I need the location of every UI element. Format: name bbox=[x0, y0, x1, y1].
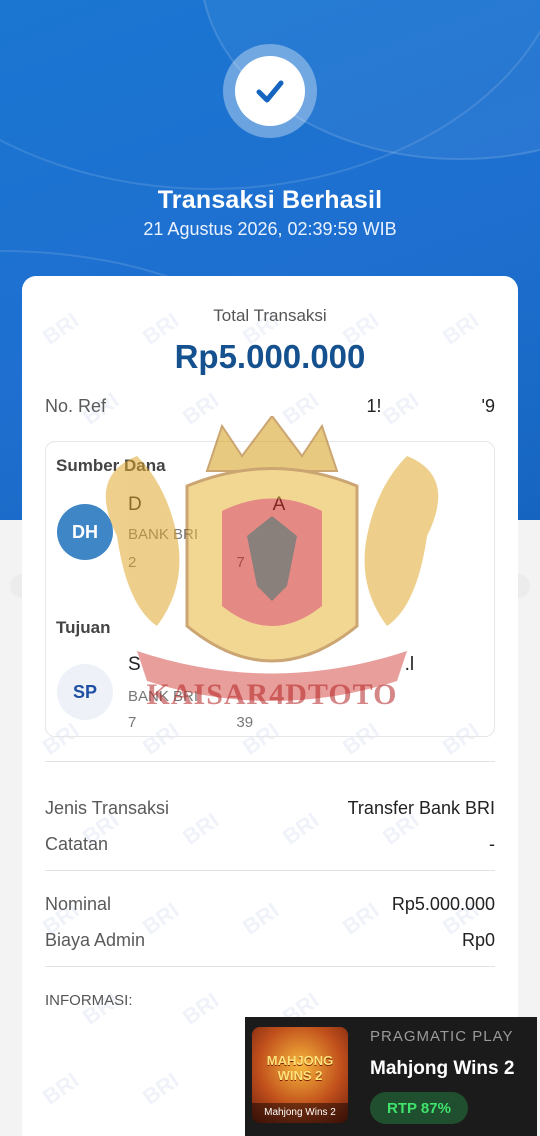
thumb-title: MAHJONG WINS 2 bbox=[266, 1053, 334, 1083]
destination-avatar: SP bbox=[57, 664, 113, 720]
fee-row: Biaya Admin Rp0 bbox=[45, 930, 495, 951]
note-label: Catatan bbox=[45, 834, 109, 854]
game-title: Mahjong Wins 2 bbox=[370, 1058, 515, 1079]
source-account: 2 7 bbox=[128, 554, 245, 571]
provider-label: PRAGMATIC PLAY bbox=[370, 1028, 514, 1045]
info-label: INFORMASI: bbox=[45, 992, 133, 1009]
promo-banner[interactable]: MAHJONG WINS 2 Mahjong Wins 2 PRAGMATIC … bbox=[245, 1017, 537, 1136]
destination-name: S .l bbox=[128, 654, 415, 675]
note-row: Catatan - bbox=[45, 834, 495, 855]
transaction-datetime: 21 Agustus 2026, 02:39:59 WIB bbox=[143, 219, 397, 239]
source-bank: BANK BRI bbox=[128, 526, 199, 543]
note-value: - bbox=[489, 834, 495, 854]
game-thumbnail[interactable]: MAHJONG WINS 2 Mahjong Wins 2 bbox=[252, 1027, 348, 1123]
check-icon bbox=[235, 56, 305, 126]
page-title: Transaksi Berhasil bbox=[157, 186, 383, 214]
source-title: Sumber Dana bbox=[56, 456, 166, 475]
ref-row: No. Ref 1! '9 bbox=[45, 396, 495, 417]
divider bbox=[45, 870, 495, 871]
receipt-card: BRI BRI BRI BRI BRI BRI BRI BRI BRI BRI … bbox=[22, 276, 518, 1136]
source-avatar: DH bbox=[57, 504, 113, 560]
type-row: Jenis Transaksi Transfer Bank BRI bbox=[45, 798, 495, 819]
nominal-row: Nominal Rp5.000.000 bbox=[45, 894, 495, 915]
type-label: Jenis Transaksi bbox=[45, 798, 170, 818]
fee-value: Rp0 bbox=[461, 930, 495, 950]
parties-box: Sumber Dana DH D A BANK BRI 2 7 Tujuan S… bbox=[45, 441, 495, 737]
total-amount: Rp5.000.000 bbox=[174, 338, 366, 375]
destination-account: 7 39 bbox=[128, 714, 254, 731]
success-badge bbox=[223, 44, 317, 138]
ref-label: No. Ref bbox=[45, 396, 107, 416]
divider bbox=[45, 966, 495, 967]
destination-title: Tujuan bbox=[56, 618, 111, 637]
nominal-label: Nominal bbox=[45, 894, 112, 914]
rtp-badge: RTP 87% bbox=[370, 1092, 468, 1124]
nominal-value: Rp5.000.000 bbox=[391, 894, 495, 914]
type-value: Transfer Bank BRI bbox=[347, 798, 495, 818]
thumb-caption: Mahjong Wins 2 bbox=[252, 1103, 348, 1123]
source-name: D A bbox=[128, 494, 286, 515]
fee-label: Biaya Admin bbox=[45, 930, 146, 950]
total-label: Total Transaksi bbox=[213, 306, 327, 325]
ref-value: 1! '9 bbox=[366, 396, 495, 416]
divider bbox=[45, 761, 495, 762]
destination-bank: BANK BRI bbox=[128, 688, 199, 705]
